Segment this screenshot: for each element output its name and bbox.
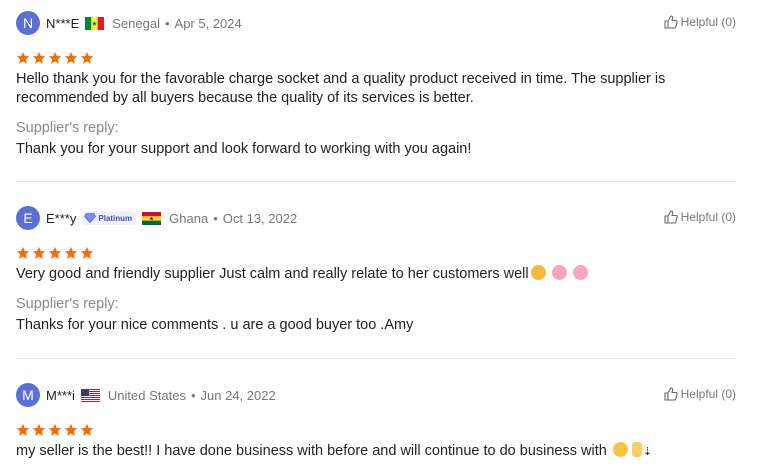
thumbs-up-icon: [664, 387, 678, 401]
divider: [16, 181, 736, 182]
review-item: E E***y Platinum Ghana • Oct 13, 2022 Help…: [16, 206, 736, 335]
star-icon: [16, 51, 30, 64]
review-text: my seller is the best!! I have done busi…: [16, 442, 736, 461]
review-text: Very good and friendly supplier Just cal…: [16, 265, 736, 284]
star-icon: [64, 246, 78, 259]
star-icon: [80, 423, 94, 436]
helpful-button[interactable]: Helpful (0): [664, 387, 736, 401]
review-header: N N***E Senegal • Apr 5, 2024 Helpful (0): [16, 11, 736, 35]
star-icon: [64, 51, 78, 64]
hugging-face-emoji-icon: [530, 265, 546, 280]
platinum-badge: Platinum: [82, 211, 137, 225]
badge-label: Platinum: [98, 213, 133, 223]
review-date: Jun 24, 2022: [200, 387, 276, 403]
smiling-face-hearts-emoji-icon: [551, 265, 567, 280]
review-meta: Senegal • Apr 5, 2024: [112, 16, 242, 31]
angel-face-emoji-icon: [612, 442, 628, 457]
review-text-content: my seller is the best!! I have done busi…: [16, 443, 607, 459]
diamond-icon: [84, 213, 97, 223]
helpful-label: Helpful (0): [680, 15, 736, 29]
review-header: M M***i United States • Jun 24, 2022 Helpf…: [16, 383, 736, 407]
star-icon: [32, 423, 46, 436]
country-name: Ghana: [169, 210, 209, 226]
review-item: N N***E Senegal • Apr 5, 2024 Helpful (0) …: [16, 11, 736, 159]
thumbs-up-icon: [664, 15, 678, 29]
helpful-label: Helpful (0): [680, 210, 736, 224]
supplier-reply-label: Supplier's reply:: [16, 296, 119, 312]
arrow-down-icon: ⇣: [642, 446, 653, 458]
separator-dot: •: [213, 210, 218, 226]
senegal-flag-icon: [85, 16, 105, 30]
separator-dot: •: [190, 387, 196, 403]
review-text: Hello thank you for the favorable charge…: [16, 71, 666, 106]
separator-dot: •: [164, 15, 170, 31]
supplier-reply-label: Supplier's reply:: [16, 120, 119, 136]
star-icon: [16, 246, 30, 259]
supplier-reply-text: Thanks for your nice comments . u are a …: [16, 317, 414, 333]
helpful-label: Helpful (0): [680, 387, 736, 401]
star-rating: [16, 51, 736, 65]
supplier-reply-text: Thank you for your support and look forw…: [16, 141, 472, 157]
review-date: Oct 13, 2022: [222, 210, 298, 226]
helpful-button[interactable]: Helpful (0): [664, 210, 736, 224]
review-item: M M***i United States • Jun 24, 2022 Helpf…: [16, 383, 736, 461]
ghana-flag-icon: [142, 211, 162, 225]
divider: [16, 358, 736, 359]
avatar: E: [16, 206, 40, 230]
review-header: E E***y Platinum Ghana • Oct 13, 2022 Help…: [16, 206, 736, 230]
country-name: Senegal: [112, 15, 160, 31]
ok-hand-emoji-icon: [631, 442, 642, 457]
star-icon: [64, 423, 78, 436]
star-icon: [48, 423, 62, 436]
review-date: Apr 5, 2024: [174, 15, 242, 31]
star-rating: [16, 246, 736, 260]
star-icon: [80, 51, 94, 64]
star-icon: [32, 51, 46, 64]
avatar: M: [16, 383, 40, 407]
review-meta: Ghana • Oct 13, 2022: [169, 211, 297, 226]
avatar: N: [16, 11, 40, 35]
thumbs-up-icon: [664, 210, 678, 224]
star-icon: [16, 423, 30, 436]
review-meta: United States • Jun 24, 2022: [108, 388, 276, 403]
helpful-button[interactable]: Helpful (0): [664, 15, 736, 29]
review-text-content: Very good and friendly supplier Just cal…: [16, 266, 529, 282]
star-rating: [16, 423, 736, 437]
star-icon: [48, 51, 62, 64]
star-icon: [48, 246, 62, 259]
reviewer-name: N***E: [46, 15, 80, 31]
us-flag-icon: [80, 388, 100, 402]
reviewer-name: E***y: [46, 210, 77, 226]
smiling-face-hearts-emoji-icon: [572, 265, 588, 280]
star-icon: [80, 246, 94, 259]
country-name: United States: [107, 387, 186, 403]
reviewer-name: M***i: [46, 387, 75, 403]
star-icon: [32, 246, 46, 259]
